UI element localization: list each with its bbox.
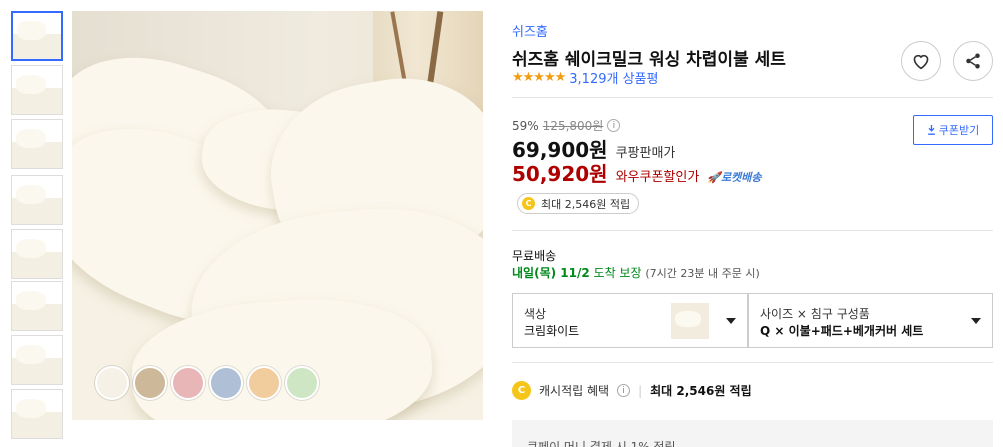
thumbnail[interactable] [11, 281, 63, 331]
pay-benefit-box: 쿠페이 머니 결제 시 1% 적립 [512, 420, 993, 447]
discount-row: 59% 125,800원 i [512, 117, 621, 134]
cash-benefit-row: C 캐시적립 혜택 i | 최대 2,546원 적립 [512, 381, 752, 400]
color-swatch[interactable] [209, 366, 243, 400]
rocket-delivery-badge: 🚀로켓배송 [707, 171, 762, 184]
delivery-date-suffix: 도착 보장 [593, 266, 642, 280]
color-swatch[interactable] [171, 366, 205, 400]
coupon-price-label: 와우쿠폰할인가 [615, 170, 700, 185]
color-swatch[interactable] [247, 366, 281, 400]
size-option-select[interactable]: 사이즈 × 침구 구성품 Q × 이불+패드+베개커버 세트 [748, 293, 993, 348]
coin-icon: C [512, 381, 531, 400]
info-icon[interactable]: i [607, 119, 621, 132]
coupon-download-button[interactable]: 쿠폰받기 [913, 115, 993, 145]
point-chip: C 최대 2,546원 적립 [517, 193, 640, 214]
thumbnail[interactable] [11, 389, 63, 439]
coupon-button-label: 쿠폰받기 [938, 124, 980, 137]
pay-benefit-text: 쿠페이 머니 결제 시 1% 적립 [527, 440, 676, 447]
rating-row[interactable]: ★★★★★ 3,129개 상품평 [512, 68, 658, 87]
info-icon[interactable]: i [617, 384, 631, 397]
original-price: 125,800원 [542, 119, 604, 133]
discount-rate: 59% [512, 118, 539, 133]
download-icon [927, 125, 935, 135]
thumbnail[interactable] [11, 229, 63, 279]
coupon-price-row: 50,920원 와우쿠폰할인가 🚀로켓배송 [512, 158, 762, 187]
brand-link[interactable]: 쉬즈홈 [512, 21, 548, 40]
divider [512, 362, 993, 363]
share-icon [966, 53, 980, 69]
coupon-price: 50,920원 [512, 162, 608, 186]
option-label: 색상 [524, 307, 547, 321]
chevron-down-icon [726, 318, 736, 324]
shipping-label: 무료배송 [512, 249, 557, 263]
thumbnail[interactable] [11, 65, 63, 115]
cash-benefit-label: 캐시적립 혜택 [539, 384, 610, 398]
divider [512, 230, 993, 231]
review-count-link[interactable]: 3,129개 상품평 [569, 68, 658, 87]
delivery-date-highlight: 내일(목) 11/2 [512, 266, 590, 280]
color-option-select[interactable]: 색상 크림화이트 [512, 293, 748, 348]
thumbnail[interactable] [11, 11, 63, 61]
thumbnail[interactable] [11, 335, 63, 385]
delivery-date: 내일(목) 11/2 도착 보장 (7시간 23분 내 주문 시) [512, 264, 760, 281]
separator: | [638, 383, 643, 398]
rating-stars: ★★★★★ [512, 69, 566, 85]
option-value: 크림화이트 [524, 324, 580, 338]
point-chip-text: 최대 2,546원 적립 [541, 197, 631, 211]
color-swatch[interactable] [133, 366, 167, 400]
coin-icon: C [522, 197, 535, 210]
chevron-down-icon [971, 318, 981, 324]
divider [512, 97, 993, 98]
cash-benefit-amount: 최대 2,546원 적립 [650, 384, 752, 398]
order-countdown: (7시간 23분 내 주문 시) [645, 267, 760, 280]
option-value: Q × 이불+패드+베개커버 세트 [760, 324, 924, 338]
share-button[interactable] [953, 41, 993, 81]
main-product-image [72, 11, 483, 420]
color-swatch[interactable] [285, 366, 319, 400]
product-title: 쉬즈홈 쉐이크밀크 워싱 차렵이불 세트 [512, 50, 786, 70]
color-swatch[interactable] [95, 366, 129, 400]
thumbnail[interactable] [11, 119, 63, 169]
wishlist-button[interactable] [901, 41, 941, 81]
option-label: 사이즈 × 침구 구성품 [760, 307, 870, 321]
option-thumbnail [671, 303, 709, 339]
heart-icon [913, 54, 929, 70]
thumbnail[interactable] [11, 175, 63, 225]
